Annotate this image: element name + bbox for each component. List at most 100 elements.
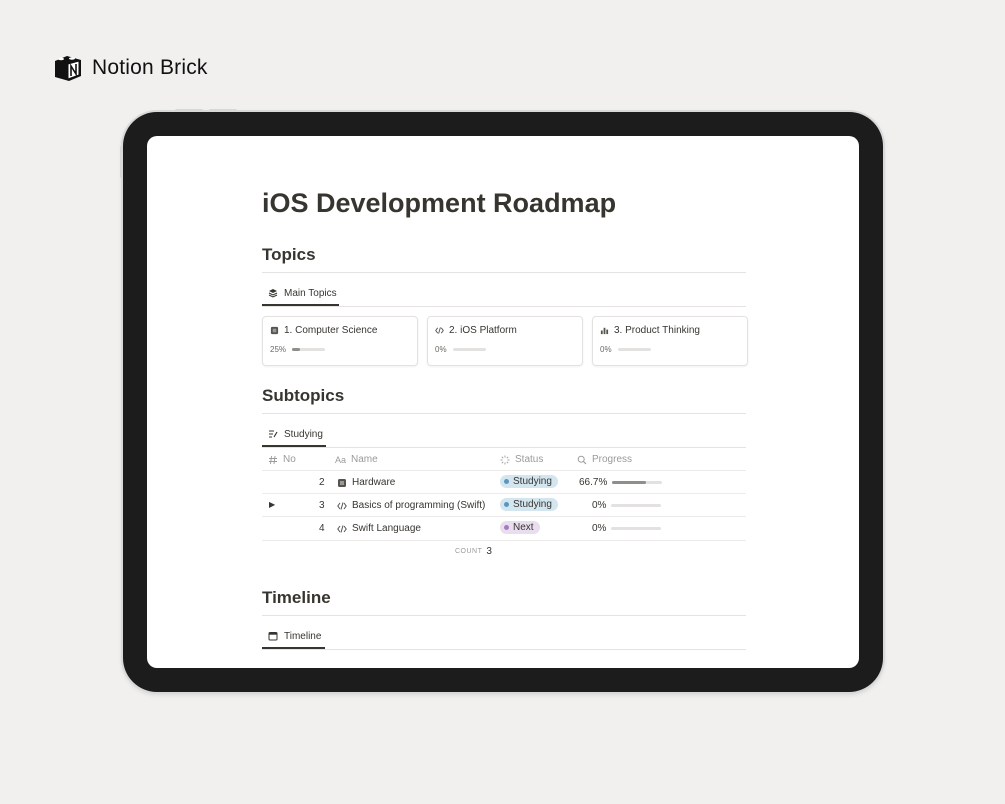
row-number: 2 [319,477,325,488]
row-name[interactable]: Hardware [337,477,395,488]
topic-card-ios-platform[interactable]: 2. iOS Platform 0% [427,316,583,366]
tab-label: Studying [284,428,323,440]
tab-studying[interactable]: Studying [262,424,329,444]
column-header-no[interactable]: No [268,454,296,465]
status-dot [504,479,509,484]
card-title-text: 1. Computer Science [284,325,378,336]
row-name-text: Hardware [352,477,396,488]
progress-track [611,527,662,530]
page-title: iOS Development Roadmap [262,188,617,218]
subtopics-divider [262,413,746,414]
topic-card-computer-science[interactable]: 1. Computer Science 25% [262,316,418,366]
status-badge[interactable]: Next [500,521,540,534]
row-name-text: Swift Language [352,523,421,534]
tablet-top-button [175,109,203,112]
chip-icon [270,326,279,335]
status-dot [504,502,509,507]
card-progress-text: 0% [600,345,612,354]
code-icon [337,524,347,533]
card-title-text: 3. Product Thinking [614,325,700,336]
status-text: Studying [513,476,552,487]
column-header-label: Progress [592,454,633,465]
bar-chart-icon [600,327,609,335]
column-header-label: Name [351,454,378,465]
tablet-top-button [209,109,237,112]
chip-icon [338,478,346,487]
progress-track [452,348,486,351]
count-label: COUNT [455,548,483,555]
tab-bar-divider [262,649,746,650]
card-title: 1. Computer Science [270,325,377,336]
card-progress-text: 0% [435,345,447,354]
progress-track [612,481,663,484]
count-value: 3 [486,546,492,557]
calendar-icon [268,632,278,641]
topics-divider [262,272,746,273]
tab-label: Main Topics [284,287,337,299]
row-name[interactable]: Swift Language [337,523,421,534]
column-header-label: No [283,454,296,465]
column-header-name[interactable]: Aa Name [335,454,378,465]
progress-track [617,348,651,351]
row-progress: 0% [592,523,662,534]
code-icon [435,327,444,334]
table-header: No Aa Name Status Progress [262,450,746,470]
card-progress-text: 25% [270,345,287,354]
search-icon [577,455,587,464]
tab-bar-divider [262,447,746,448]
tablet-screen: iOS Development Roadmap Topics Main Topi… [147,136,859,668]
row-number: 4 [319,523,325,534]
tablet-frame: iOS Development Roadmap Topics Main Topi… [120,109,883,692]
tab-bar-divider [262,306,746,307]
table-row[interactable]: ▶ 3 Basics of programming (Swift) Studyi… [262,493,746,517]
row-number: 3 [319,500,325,511]
tab-main-topics[interactable]: Main Topics [262,283,343,303]
topics-heading: Topics [262,245,316,264]
row-progress-text: 0% [592,500,607,511]
table-count: COUNT 3 [455,546,492,557]
brand: Notion Brick [52,52,208,84]
status-text: Next [513,522,534,533]
tab-timeline[interactable]: Timeline [262,626,327,646]
status-pill: Studying [500,475,558,488]
status-badge[interactable]: Studying [500,498,558,511]
card-progress: 0% [435,345,486,354]
progress-fill [612,481,646,484]
card-title: 2. iOS Platform [435,325,517,336]
row-progress: 0% [592,500,662,511]
progress-track [292,348,326,351]
status-spinner-icon [500,455,510,464]
column-header-status[interactable]: Status [500,454,543,465]
code-icon [337,501,347,510]
card-progress: 25% [270,345,326,354]
table-row[interactable]: 2 Hardware Studying 66.7% [262,470,746,494]
tab-label: Timeline [284,630,322,642]
row-progress: 66.7% [579,477,663,488]
table-row[interactable]: 4 Swift Language Next 0% [262,516,746,541]
status-badge[interactable]: Studying [500,475,558,488]
card-title-text: 2. iOS Platform [449,325,517,336]
status-pill: Studying [500,498,558,511]
tablet-side-button [120,146,123,178]
progress-track [611,504,662,507]
row-name[interactable]: Basics of programming (Swift) [337,500,485,511]
notion-brick-cube-icon [55,56,81,81]
text-aa-icon: Aa [335,454,347,465]
column-header-progress[interactable]: Progress [577,454,632,465]
status-pill: Next [500,521,540,534]
topic-card-product-thinking[interactable]: 3. Product Thinking 0% [592,316,748,366]
row-progress-text: 0% [592,523,607,534]
row-progress-text: 66.7% [579,477,608,488]
hash-icon [269,455,277,464]
status-dot [504,525,509,530]
progress-fill [292,348,301,351]
subtopics-heading: Subtopics [262,386,345,405]
card-title: 3. Product Thinking [600,325,700,336]
timeline-heading: Timeline [262,588,331,607]
list-edit-icon [269,430,278,438]
brand-name: Notion Brick [92,56,208,79]
column-header-label: Status [515,454,544,465]
stack-icon [268,289,278,298]
row-toggle-icon[interactable]: ▶ [269,500,275,509]
card-progress: 0% [600,345,651,354]
